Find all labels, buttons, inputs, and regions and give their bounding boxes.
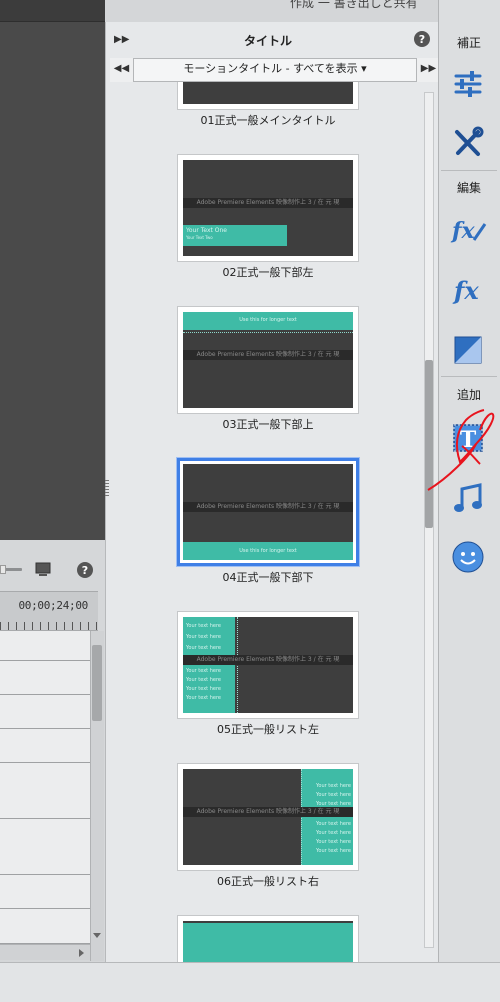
tools-icon[interactable] [448, 123, 488, 163]
thumbnail-caption: 01正式一般メインタイトル [200, 114, 336, 127]
thumbnail-caption: 02正式一般下部左 [222, 266, 314, 279]
thumbnail-caption: 06正式一般リスト右 [217, 875, 319, 888]
titles-icon[interactable]: T [448, 418, 488, 458]
thumbnail-sample-band: Adobe Premiere Elements 映像制作上 3 / 在 元 現 [183, 198, 353, 208]
svg-text:?: ? [82, 564, 88, 577]
next-category-button[interactable]: ▶▶ [416, 58, 440, 82]
toolbar-divider [441, 376, 497, 377]
title-template-thumbnail[interactable]: Adobe Premiere Elements 映像制作上 3 / 在 元 現 … [177, 611, 359, 719]
thumbnail-caption: 03正式一般下部上 [222, 418, 314, 431]
music-icon[interactable] [448, 479, 488, 519]
thumbnail-caption: 05正式一般リスト左 [217, 723, 319, 736]
svg-text:fx: fx [450, 218, 475, 244]
title-template-thumbnail[interactable] [177, 915, 359, 962]
adjust-sliders-icon[interactable] [448, 64, 488, 104]
ruler-ticks [0, 622, 98, 630]
section-label-edit: 編集 [456, 181, 481, 195]
help-icon[interactable]: ? [76, 561, 94, 579]
timeline-track[interactable] [0, 763, 90, 819]
transitions-icon[interactable] [448, 330, 488, 370]
section-label-adjust: 補正 [456, 36, 481, 50]
time-ruler[interactable]: 00;00;24;00 [0, 591, 98, 631]
panel-title: タイトル [244, 34, 293, 48]
thumbnail-list-item: Your text here [316, 848, 351, 854]
svg-text:fx: fx [452, 276, 479, 305]
thumbnail-list-item: Your text here [316, 801, 351, 807]
timeline-track[interactable] [0, 661, 90, 695]
title-template-thumbnail[interactable]: Adobe Premiere Elements 映像制作上 3 / 在 元 現 … [177, 763, 359, 871]
thumbnail-list-item: Your text here [186, 645, 221, 651]
timeline-track[interactable] [0, 695, 90, 729]
zoom-slider-handle[interactable] [0, 565, 6, 574]
thumbnail-sample-text: Use this for longer text [239, 548, 297, 554]
panel-collapse-button[interactable]: ▶▶ [114, 32, 129, 48]
thumbnail-sample-subtext: Your Text Two [186, 235, 213, 240]
preview-header [0, 0, 105, 22]
template-grid-scroll-thumb[interactable] [425, 360, 433, 528]
previous-category-button[interactable]: ◀◀ [110, 58, 134, 82]
monitor-preview[interactable] [0, 22, 105, 540]
thumbnail-list-item: Your text here [186, 695, 221, 701]
category-dropdown[interactable]: モーションタイトル - すべてを表示 ▾ [134, 58, 416, 82]
section-label-add: 追加 [456, 388, 481, 402]
timeline-track[interactable] [0, 631, 90, 661]
thumbnail-sample-band: Adobe Premiere Elements 映像制作上 3 / 在 元 現 [183, 502, 353, 512]
timeline-track[interactable] [0, 909, 90, 944]
panel-splitter-handle[interactable] [105, 480, 109, 498]
title-template-thumbnail-selected[interactable]: Adobe Premiere Elements 映像制作上 3 / 在 元 現 … [177, 458, 359, 566]
thumbnail-sample-text: Use this for longer text [239, 317, 297, 323]
scroll-right-arrow-icon[interactable] [76, 948, 86, 958]
status-bar [0, 962, 500, 1002]
thumbnail-list-item: Your text here [186, 634, 221, 640]
thumbnail-sample-band: Adobe Premiere Elements 映像制作上 3 / 在 元 現 [183, 655, 353, 665]
timeline-track[interactable] [0, 819, 90, 875]
title-template-thumbnail[interactable]: Adobe Premiere Elements 映像制作上 3 / 在 元 現 … [177, 154, 359, 262]
top-menu-text: 作成 一 書き出しと共有 [290, 0, 418, 10]
fx-applied-icon[interactable]: fx [448, 210, 488, 250]
thumbnail-caption: 04正式一般下部下 [222, 571, 314, 584]
graphics-icon[interactable] [448, 537, 488, 577]
timecode-label: 00;00;24;00 [18, 599, 88, 612]
timeline-track[interactable] [0, 875, 90, 909]
toolbar-divider [441, 170, 497, 171]
timeline-scroll-thumb[interactable] [92, 645, 102, 721]
thumbnail-list-item: Your text here [186, 623, 221, 629]
title-template-thumbnail[interactable]: Use this for longer text Adobe Premiere … [177, 306, 359, 414]
svg-text:T: T [460, 427, 477, 453]
svg-text:?: ? [419, 33, 425, 46]
fx-effects-icon[interactable]: fx [448, 270, 488, 310]
timeline-track[interactable] [0, 729, 90, 763]
scroll-down-arrow-icon[interactable] [92, 929, 102, 941]
help-icon[interactable]: ? [413, 30, 431, 48]
thumbnail-sample-band: Adobe Premiere Elements 映像制作上 3 / 在 元 現 [183, 350, 353, 360]
monitor-icon[interactable] [35, 562, 51, 577]
title-template-thumbnail[interactable] [177, 82, 359, 110]
